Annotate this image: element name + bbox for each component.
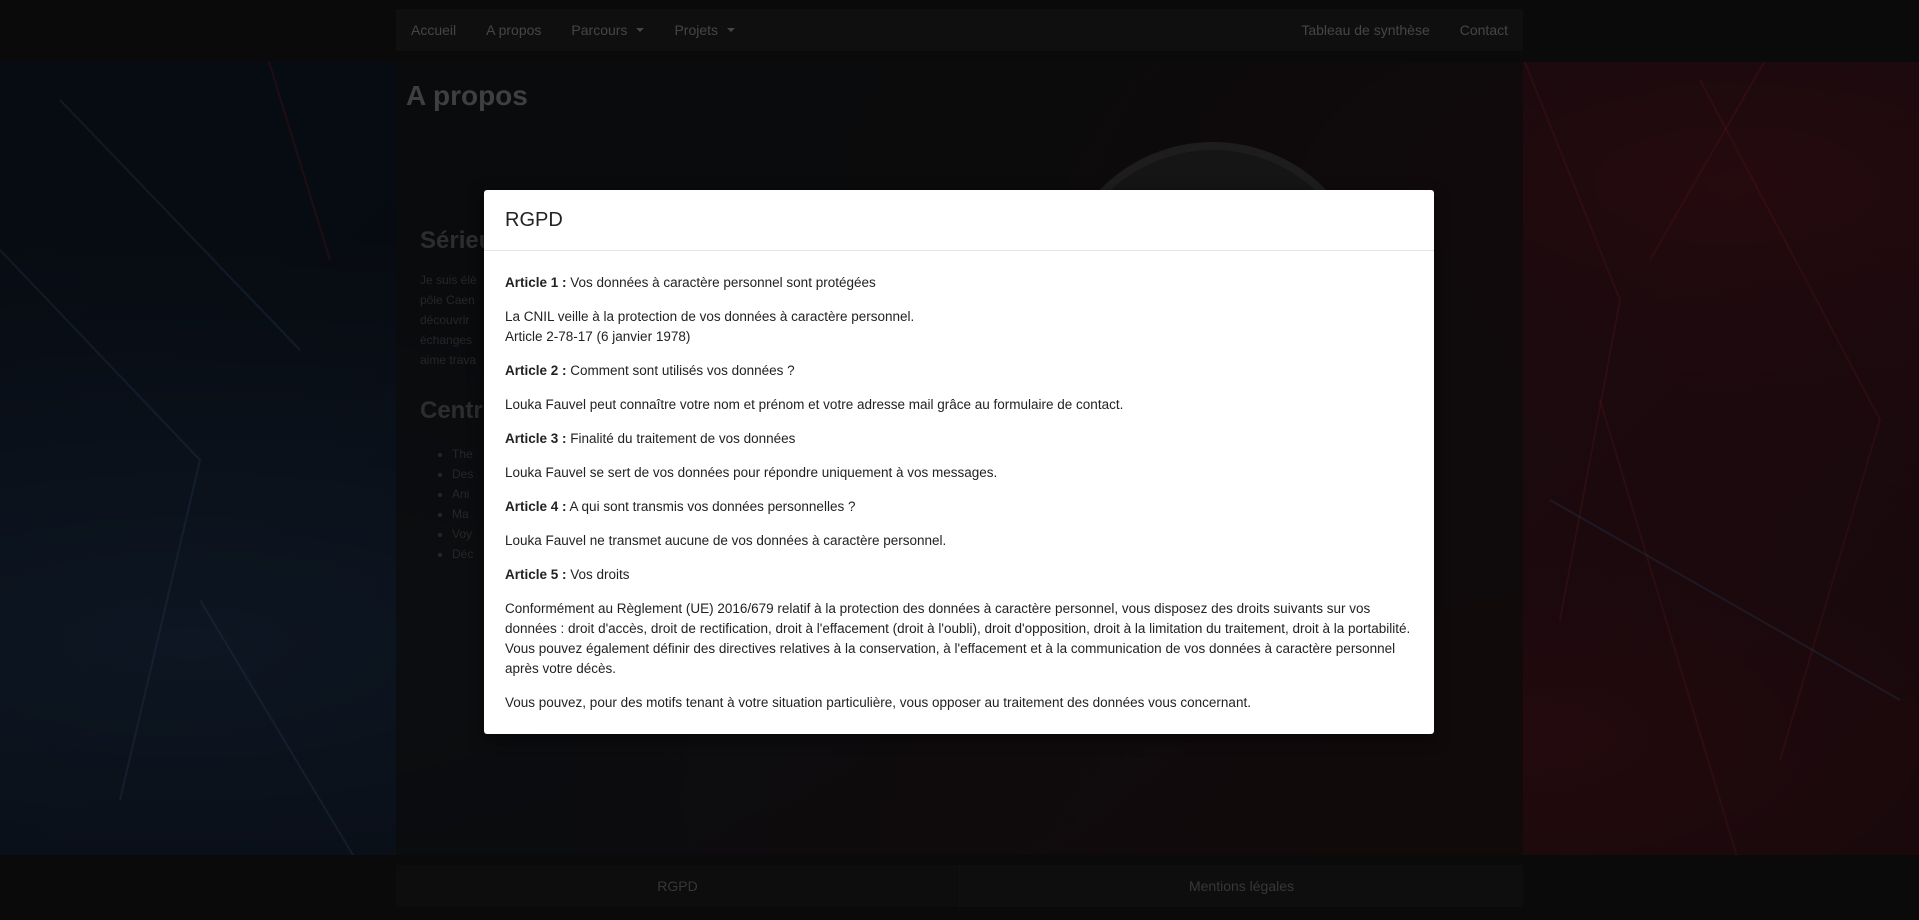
article-2-heading: Article 2 : Comment sont utilisés vos do…	[505, 361, 1413, 381]
article-5-heading: Article 5 : Vos droits	[505, 565, 1413, 585]
article-4-heading: Article 4 : A qui sont transmis vos donn…	[505, 497, 1413, 517]
article-3-text: Louka Fauvel se sert de vos données pour…	[505, 465, 998, 480]
article-title: A qui sont transmis vos données personne…	[566, 499, 856, 514]
article-title: Finalité du traitement de vos données	[566, 431, 796, 446]
modal-body: Article 1 : Vos données à caractère pers…	[484, 251, 1434, 713]
article-label: Article 5 :	[505, 567, 567, 582]
article-4-text: Louka Fauvel ne transmet aucune de vos d…	[505, 533, 947, 548]
article-title: Comment sont utilisés vos données ?	[566, 363, 795, 378]
article-title: Vos droits	[566, 567, 630, 582]
modal-title: RGPD	[505, 208, 563, 231]
article-label: Article 3 :	[505, 431, 567, 446]
article-1-heading: Article 1 : Vos données à caractère pers…	[505, 273, 1413, 293]
article-3-heading: Article 3 : Finalité du traitement de vo…	[505, 429, 1413, 449]
article-5-text: Conformément au Règlement (UE) 2016/679 …	[505, 601, 1411, 676]
text-line: Article 2-78-17 (6 janvier 1978)	[505, 329, 691, 344]
article-label: Article 4 :	[505, 499, 567, 514]
rgpd-modal: RGPD Article 1 : Vos données à caractère…	[484, 190, 1434, 734]
article-1-text: La CNIL veille à la protection de vos do…	[505, 307, 1413, 347]
text-line: La CNIL veille à la protection de vos do…	[505, 309, 915, 324]
article-label: Article 1 :	[505, 275, 567, 290]
article-title: Vos données à caractère personnel sont p…	[566, 275, 876, 290]
article-2-text: Louka Fauvel peut connaître votre nom et…	[505, 397, 1124, 412]
article-5-text-2: Vous pouvez, pour des motifs tenant à vo…	[505, 695, 1251, 710]
article-label: Article 2 :	[505, 363, 567, 378]
modal-header: RGPD	[484, 190, 1434, 251]
